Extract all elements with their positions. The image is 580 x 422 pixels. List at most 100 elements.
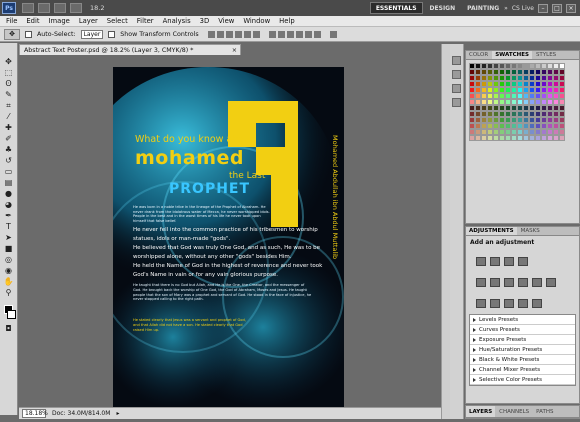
zoom-level-select[interactable]: 18.2 bbox=[90, 4, 104, 12]
invert-icon[interactable] bbox=[476, 299, 486, 308]
quick-select-tool-icon[interactable]: ✎ bbox=[2, 90, 15, 100]
menu-3d[interactable]: 3D bbox=[200, 17, 210, 25]
menu-filter[interactable]: Filter bbox=[137, 17, 154, 25]
hand-icon[interactable] bbox=[54, 3, 66, 13]
shape-tool-icon[interactable]: ■ bbox=[2, 244, 15, 254]
zoom-level-field[interactable]: 18.18% bbox=[22, 409, 48, 418]
move-tool-preset-icon[interactable]: ✥ bbox=[4, 28, 20, 40]
clone-stamp-tool-icon[interactable]: ♣ bbox=[2, 145, 15, 155]
gradient-map-icon[interactable] bbox=[518, 299, 528, 308]
workspace-painting[interactable]: PAINTING bbox=[462, 2, 504, 14]
menu-view[interactable]: View bbox=[218, 17, 234, 25]
color-balance-icon[interactable] bbox=[504, 278, 514, 287]
path-selection-tool-icon[interactable]: ➤ bbox=[2, 233, 15, 243]
photo-filter-icon[interactable] bbox=[532, 278, 542, 287]
distribute-bottom-icon[interactable] bbox=[286, 30, 294, 38]
black-white-icon[interactable] bbox=[518, 278, 528, 287]
preset-curves[interactable]: Curves Presets bbox=[470, 325, 575, 335]
maximize-button[interactable]: □ bbox=[552, 3, 562, 13]
distribute-right-icon[interactable] bbox=[313, 30, 321, 38]
preset-levels[interactable]: Levels Presets bbox=[470, 315, 575, 325]
healing-brush-tool-icon[interactable]: ✚ bbox=[2, 123, 15, 133]
quick-mask-icon[interactable]: ◘ bbox=[2, 324, 15, 334]
levels-icon[interactable] bbox=[490, 257, 500, 266]
preset-channel-mixer[interactable]: Channel Mixer Presets bbox=[470, 365, 575, 375]
distribute-left-icon[interactable] bbox=[295, 30, 303, 38]
align-left-icon[interactable] bbox=[234, 30, 242, 38]
preset-selective-color[interactable]: Selective Color Presets bbox=[470, 375, 575, 385]
workspace-essentials[interactable]: ESSENTIALS bbox=[369, 2, 423, 14]
blur-tool-icon[interactable]: ● bbox=[2, 189, 15, 199]
selective-color-icon[interactable] bbox=[532, 299, 542, 308]
tab-swatches[interactable]: SWATCHES bbox=[492, 51, 532, 59]
history-panel-icon[interactable] bbox=[452, 56, 461, 65]
preset-black-white[interactable]: Black & White Presets bbox=[470, 355, 575, 365]
auto-align-icon[interactable] bbox=[329, 30, 337, 38]
status-menu-arrow-icon[interactable]: ▸ bbox=[116, 410, 119, 417]
background-color-swatch[interactable] bbox=[7, 310, 16, 319]
bridge-icon[interactable] bbox=[22, 3, 34, 13]
tab-color[interactable]: COLOR bbox=[466, 51, 491, 59]
brush-panel-icon[interactable] bbox=[452, 84, 461, 93]
tab-channels[interactable]: CHANNELS bbox=[496, 406, 532, 417]
menu-image[interactable]: Image bbox=[49, 17, 70, 25]
vibrance-icon[interactable] bbox=[476, 278, 486, 287]
gradient-tool-icon[interactable]: ▤ bbox=[2, 178, 15, 188]
tab-adjustments[interactable]: ADJUSTMENTS bbox=[466, 227, 517, 235]
hue-saturation-icon[interactable] bbox=[490, 278, 500, 287]
eraser-tool-icon[interactable]: ▭ bbox=[2, 167, 15, 177]
tab-styles[interactable]: STYLES bbox=[533, 51, 559, 59]
align-middle-icon[interactable] bbox=[216, 30, 224, 38]
eyedropper-tool-icon[interactable]: ⁄ bbox=[2, 112, 15, 122]
actions-panel-icon[interactable] bbox=[452, 70, 461, 79]
lasso-tool-icon[interactable]: ʘ bbox=[2, 79, 15, 89]
align-bottom-icon[interactable] bbox=[225, 30, 233, 38]
tab-paths[interactable]: PATHS bbox=[533, 406, 556, 417]
menu-analysis[interactable]: Analysis bbox=[163, 17, 191, 25]
exposure-icon[interactable] bbox=[518, 257, 528, 266]
cs-live-button[interactable]: CS Live bbox=[512, 5, 534, 12]
posterize-icon[interactable] bbox=[490, 299, 500, 308]
align-center-icon[interactable] bbox=[243, 30, 251, 38]
preset-hue-saturation[interactable]: Hue/Saturation Presets bbox=[470, 345, 575, 355]
color-swatch[interactable] bbox=[559, 135, 565, 141]
align-top-icon[interactable] bbox=[207, 30, 215, 38]
workspace-design[interactable]: DESIGN bbox=[425, 2, 461, 14]
dodge-tool-icon[interactable]: ◕ bbox=[2, 200, 15, 210]
canvas-area[interactable]: What do you know about mohamed the Last … bbox=[19, 55, 441, 411]
zoom-tool-icon[interactable]: ⚲ bbox=[2, 288, 15, 298]
distribute-top-icon[interactable] bbox=[268, 30, 276, 38]
marquee-tool-icon[interactable]: ⬚ bbox=[2, 68, 15, 78]
document-tab[interactable]: Abstract Text Poster.psd @ 18.2% (Layer … bbox=[19, 44, 241, 55]
tab-masks[interactable]: MASKS bbox=[518, 227, 543, 235]
menu-window[interactable]: Window bbox=[243, 17, 270, 25]
clone-source-panel-icon[interactable] bbox=[452, 98, 461, 107]
align-right-icon[interactable] bbox=[252, 30, 260, 38]
pen-tool-icon[interactable]: ✒ bbox=[2, 211, 15, 221]
brush-tool-icon[interactable]: ✐ bbox=[2, 134, 15, 144]
type-tool-icon[interactable]: T bbox=[2, 222, 15, 232]
close-button[interactable]: × bbox=[566, 3, 576, 13]
mini-bridge-icon[interactable] bbox=[38, 3, 50, 13]
curves-icon[interactable] bbox=[504, 257, 514, 266]
vertical-scrollbar[interactable] bbox=[441, 44, 450, 419]
more-workspaces-chevron-icon[interactable]: » bbox=[504, 5, 508, 12]
swatch-grid[interactable] bbox=[466, 60, 579, 144]
menu-help[interactable]: Help bbox=[279, 17, 295, 25]
auto-select-checkbox[interactable] bbox=[25, 30, 32, 38]
hand-tool-icon[interactable]: ✋ bbox=[2, 277, 15, 287]
distribute-middle-icon[interactable] bbox=[277, 30, 285, 38]
brightness-icon[interactable] bbox=[476, 257, 486, 266]
menu-layer[interactable]: Layer bbox=[79, 17, 98, 25]
menu-file[interactable]: File bbox=[6, 17, 17, 25]
3d-rotate-tool-icon[interactable]: ◎ bbox=[2, 255, 15, 265]
show-transform-checkbox[interactable] bbox=[108, 30, 116, 38]
document-close-icon[interactable]: × bbox=[232, 47, 237, 54]
menu-select[interactable]: Select bbox=[107, 17, 128, 25]
zoom-icon[interactable] bbox=[70, 3, 82, 13]
preset-exposure[interactable]: Exposure Presets bbox=[470, 335, 575, 345]
tab-layers[interactable]: LAYERS bbox=[466, 406, 496, 417]
3d-camera-tool-icon[interactable]: ◉ bbox=[2, 266, 15, 276]
crop-tool-icon[interactable]: ⌗ bbox=[2, 101, 15, 111]
menu-edit[interactable]: Edit bbox=[26, 17, 39, 25]
